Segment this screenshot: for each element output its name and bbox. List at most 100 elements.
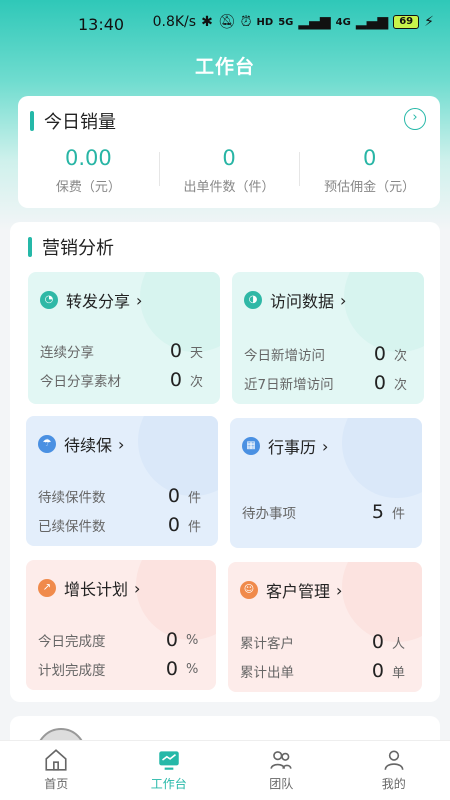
stat-value: 0.00	[64, 146, 112, 170]
chevron-right-icon: ›	[134, 578, 141, 598]
tile-title: 增长计划	[64, 580, 129, 599]
stat-commission[interactable]: 0 预估佣金（元）	[299, 146, 440, 195]
row-label: 待续保件数	[38, 490, 106, 506]
row-value: 0	[373, 372, 386, 394]
chevron-right-icon: ›	[336, 580, 343, 600]
share-icon: ◔	[40, 291, 58, 309]
tab-label: 首页	[44, 777, 69, 791]
stat-label: 出单件数（件）	[183, 180, 275, 195]
analysis-title: 营销分析	[42, 238, 114, 259]
tile-title: 转发分享	[66, 292, 131, 311]
net-speed: 0.8K/s	[152, 14, 197, 30]
row-unit: 天	[190, 345, 204, 361]
row-label: 今日分享素材	[40, 374, 121, 390]
sales-title: 今日销量	[44, 112, 116, 133]
stat-label: 保费（元）	[55, 180, 121, 195]
row-value: 0	[169, 369, 182, 391]
row-unit: 人	[392, 636, 406, 652]
alarm-icon: ⏰︎	[240, 14, 252, 30]
stat-label: 预估佣金（元）	[324, 180, 416, 195]
tab-workbench[interactable]: 工作台	[113, 741, 226, 800]
tab-team[interactable]: 团队	[225, 741, 338, 800]
signal-4g: 4G	[335, 16, 351, 28]
workbench-icon	[159, 751, 179, 770]
row-value: 0	[165, 629, 178, 651]
visit-chart-icon: ◑	[244, 291, 262, 309]
tile-pending-renewal[interactable]: ☂ 待续保 › 待续保件数 0 件 已续保件数 0 件	[26, 416, 218, 546]
stat-value: 0	[362, 146, 377, 170]
home-icon	[45, 749, 67, 771]
row-value: 0	[373, 343, 386, 365]
signal-bars-icon: ▂▄▆	[298, 14, 331, 30]
chevron-right-icon: ›	[118, 434, 125, 454]
tile-title: 客户管理	[266, 582, 331, 601]
row-label: 今日完成度	[38, 634, 106, 650]
row-label: 累计客户	[240, 636, 294, 652]
row-value: 0	[371, 631, 384, 653]
title-accent-bar	[28, 237, 32, 257]
row-unit: 次	[394, 348, 408, 364]
row-value: 0	[167, 485, 180, 507]
signal-bars-icon-2: ▂▄▆	[355, 14, 389, 30]
team-icon	[270, 751, 292, 769]
tab-profile[interactable]: 我的	[338, 741, 450, 800]
today-sales-card: 今日销量 › 0.00 保费（元） 0 出单件数（件） 0 预估佣金（元）	[18, 96, 440, 208]
charging-icon: ⚡︎	[424, 14, 434, 30]
status-time: 13:40	[78, 15, 125, 34]
hd-badge: HD	[256, 16, 274, 28]
stat-policies[interactable]: 0 出单件数（件）	[158, 146, 300, 195]
tile-growth-plan[interactable]: ↗ 增长计划 › 今日完成度 0 % 计划完成度 0 %	[26, 560, 216, 690]
umbrella-icon: ☂	[38, 435, 56, 453]
chevron-right-icon: ›	[322, 436, 329, 456]
status-bar: 13:40 0.8K/s ✱ 🔕︎ ⏰︎ HD 5G ▂▄▆ 4G ▂▄▆ 69…	[0, 0, 450, 46]
row-value: 0	[169, 340, 182, 362]
mute-icon: 🔕︎	[217, 14, 236, 30]
row-label: 计划完成度	[38, 663, 106, 679]
row-label: 今日新增访问	[244, 348, 325, 364]
row-unit: 单	[392, 665, 406, 681]
row-unit: %	[186, 632, 199, 648]
row-label: 累计出单	[240, 665, 294, 681]
row-label: 待办事项	[242, 506, 296, 522]
title-accent-bar	[30, 111, 34, 131]
signal-5g: 5G	[278, 16, 294, 28]
tab-label: 工作台	[150, 777, 187, 791]
tab-label: 我的	[381, 777, 406, 791]
tile-title: 访问数据	[270, 292, 335, 311]
row-label: 连续分享	[40, 345, 94, 361]
row-value: 5	[371, 501, 384, 523]
row-unit: 件	[392, 506, 406, 522]
calendar-icon: ▦	[242, 437, 260, 455]
profile-icon	[384, 750, 404, 770]
tile-calendar[interactable]: ▦ 行事历 › 待办事项 5 件	[230, 418, 422, 548]
tile-visit-data[interactable]: ◑ 访问数据 › 今日新增访问 0 次 近7日新增访问 0 次	[232, 272, 424, 404]
marketing-analysis-card: 营销分析 ◔ 转发分享 › 连续分享 0 天 今日分享素材 0 次 ◑ 访问数据…	[10, 222, 440, 702]
page-title: 工作台	[194, 56, 255, 78]
row-label: 近7日新增访问	[244, 377, 334, 393]
row-unit: 次	[190, 374, 204, 390]
row-unit: 次	[394, 377, 408, 393]
row-unit: 件	[188, 519, 202, 535]
bottom-tab-bar: 首页 工作台 团队 我的	[0, 740, 450, 800]
row-value: 0	[371, 660, 384, 682]
row-label: 已续保件数	[38, 519, 106, 535]
customer-icon: ☺	[240, 581, 258, 599]
row-value: 0	[167, 514, 180, 536]
tile-share[interactable]: ◔ 转发分享 › 连续分享 0 天 今日分享素材 0 次	[28, 272, 220, 404]
stat-premium[interactable]: 0.00 保费（元）	[18, 146, 159, 195]
battery-icon: 69	[393, 15, 420, 29]
chevron-right-circle-icon[interactable]: ›	[404, 108, 426, 130]
tab-home[interactable]: 首页	[0, 741, 113, 800]
tile-title: 待续保	[64, 436, 113, 455]
row-value: 0	[165, 658, 178, 680]
chevron-right-icon: ›	[340, 290, 347, 310]
chevron-right-icon: ›	[136, 290, 143, 310]
tile-title: 行事历	[268, 438, 317, 457]
stat-value: 0	[222, 146, 236, 170]
growth-chart-icon: ↗	[38, 579, 56, 597]
row-unit: %	[186, 661, 199, 677]
tab-label: 团队	[269, 777, 294, 791]
tile-customer-management[interactable]: ☺ 客户管理 › 累计客户 0 人 累计出单 0 单	[228, 562, 422, 692]
bluetooth-icon: ✱	[201, 14, 213, 30]
row-unit: 件	[188, 490, 202, 506]
